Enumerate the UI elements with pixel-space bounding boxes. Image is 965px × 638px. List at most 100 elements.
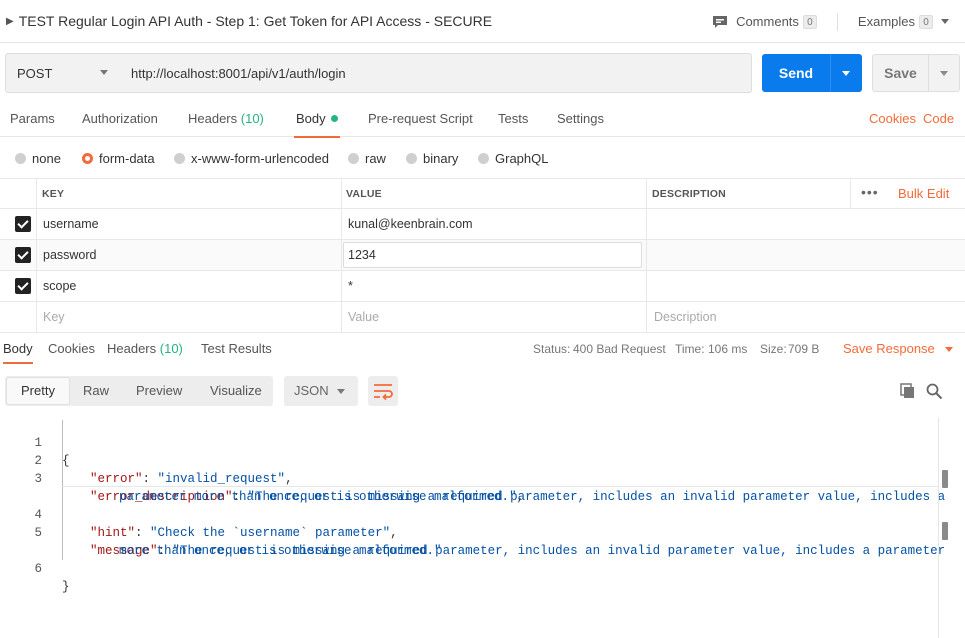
tab-tests[interactable]: Tests: [498, 102, 528, 137]
description-placeholder[interactable]: Description: [654, 302, 717, 332]
size-label: Size:: [760, 342, 787, 356]
row-checkbox[interactable]: [15, 216, 31, 232]
column-header-description: DESCRIPTION: [652, 188, 726, 200]
save-options-chevron-icon[interactable]: [940, 70, 948, 76]
divider: [928, 55, 929, 91]
tab-pre-request-script[interactable]: Pre-request Script: [368, 102, 473, 137]
save-button[interactable]: Save: [872, 54, 960, 92]
radio-none[interactable]: none: [15, 140, 61, 176]
url-value: http://localhost:8001/api/v1/auth/login: [131, 65, 346, 81]
table-row: username kunal@keenbrain.com: [0, 209, 965, 240]
status-value[interactable]: 400 Bad Request: [573, 334, 666, 364]
tab-settings[interactable]: Settings: [557, 102, 604, 137]
comments-button[interactable]: Comments 0: [712, 14, 817, 29]
value-placeholder[interactable]: Value: [348, 302, 379, 332]
response-headers-count: (10): [159, 341, 183, 356]
examples-button[interactable]: Examples 0: [858, 14, 949, 29]
response-tab-cookies[interactable]: Cookies: [48, 334, 95, 364]
request-title[interactable]: TEST Regular Login API Auth - Step 1: Ge…: [19, 13, 492, 29]
active-line-highlight: [62, 486, 938, 487]
format-select[interactable]: JSON: [284, 376, 358, 406]
view-raw[interactable]: Raw: [83, 376, 109, 406]
tab-headers[interactable]: Headers (10): [188, 102, 264, 137]
radio-label: binary: [423, 150, 459, 166]
response-tab-headers[interactable]: Headers (10): [107, 334, 183, 364]
code-line: 5 "message": "The request is missing a r…: [0, 506, 945, 558]
collapse-caret-icon[interactable]: ▶: [6, 16, 14, 27]
radio-graphql[interactable]: GraphQL: [478, 140, 548, 176]
url-bar: POST http://localhost:8001/api/v1/auth/l…: [5, 53, 960, 93]
send-label: Send: [778, 65, 814, 81]
time-label: Time:: [675, 342, 705, 356]
radio-binary[interactable]: binary: [406, 140, 458, 176]
format-value: JSON: [294, 383, 329, 398]
save-response-label: Save Response: [843, 341, 935, 356]
response-tab-test-results[interactable]: Test Results: [201, 334, 272, 364]
more-options-icon[interactable]: •••: [861, 179, 879, 209]
param-key[interactable]: scope: [43, 271, 76, 301]
copy-icon[interactable]: [899, 382, 917, 400]
radio-circle-icon: [348, 152, 359, 164]
column-divider: [850, 179, 851, 209]
column-divider: [36, 209, 37, 239]
param-value[interactable]: 1234: [348, 240, 376, 270]
column-divider: [646, 179, 647, 209]
view-pretty[interactable]: Pretty: [6, 377, 70, 405]
param-value[interactable]: *: [348, 271, 353, 301]
column-divider: [341, 179, 342, 209]
comments-count: 0: [802, 14, 817, 29]
table-row: password 1234: [0, 240, 965, 271]
response-toolbar: Pretty Raw Preview Visualize JSON: [0, 376, 965, 406]
table-row: scope *: [0, 271, 965, 302]
radio-circle-icon: [15, 152, 26, 164]
divider: [836, 12, 838, 31]
wrap-lines-button[interactable]: [368, 376, 398, 406]
column-divider: [646, 271, 647, 301]
code-line: 4 "hint": "Check the `username` paramete…: [0, 488, 938, 540]
code-line: 2 "error": "invalid_request",: [0, 434, 938, 486]
tab-authorization[interactable]: Authorization: [82, 102, 158, 137]
scrollbar-marker[interactable]: [942, 470, 948, 488]
request-tabs: Params Authorization Headers (10) Body P…: [0, 102, 965, 138]
url-input[interactable]: http://localhost:8001/api/v1/auth/login: [120, 53, 752, 93]
search-icon[interactable]: [925, 382, 943, 400]
row-checkbox[interactable]: [15, 247, 31, 263]
row-checkbox[interactable]: [15, 278, 31, 294]
view-preview[interactable]: Preview: [136, 376, 182, 406]
tab-params[interactable]: Params: [10, 102, 55, 137]
code-line-wrap: more than once, or is otherwise malforme…: [0, 524, 938, 558]
status-label: Status:: [533, 342, 571, 356]
headers-count: (10): [240, 111, 264, 126]
size-value[interactable]: 709 B: [788, 334, 819, 364]
key-placeholder[interactable]: Key: [43, 302, 65, 332]
request-title-bar: ▶ TEST Regular Login API Auth - Step 1: …: [0, 0, 965, 43]
radio-label: GraphQL: [495, 150, 549, 166]
bulk-edit-link[interactable]: Bulk Edit: [898, 179, 949, 209]
radio-form-data[interactable]: form-data: [82, 140, 155, 176]
response-body-editor[interactable]: 1 { 2 "error": "invalid_request", 3 "err…: [0, 414, 945, 638]
param-key[interactable]: username: [43, 209, 99, 239]
param-key[interactable]: password: [43, 240, 97, 270]
view-mode-toggle: Pretty Raw Preview Visualize: [5, 376, 273, 406]
code-link[interactable]: Code: [923, 102, 954, 137]
tab-body[interactable]: Body: [294, 102, 340, 138]
send-button[interactable]: Send: [762, 54, 862, 92]
method-select[interactable]: POST: [5, 53, 121, 93]
cookies-link[interactable]: Cookies: [869, 102, 916, 137]
time-value[interactable]: 106 ms: [708, 334, 747, 364]
radio-x-www-form-urlencoded[interactable]: x-www-form-urlencoded: [174, 140, 329, 176]
body-type-selector: none form-data x-www-form-urlencoded raw…: [0, 140, 965, 176]
editor-scrollbar-track[interactable]: [938, 418, 939, 638]
radio-raw[interactable]: raw: [348, 140, 386, 176]
param-value[interactable]: kunal@keenbrain.com: [348, 209, 473, 239]
save-response-button[interactable]: Save Response: [843, 334, 953, 364]
radio-label: x-www-form-urlencoded: [191, 150, 329, 166]
column-divider: [646, 209, 647, 239]
send-options-chevron-icon[interactable]: [842, 70, 850, 76]
response-tab-body[interactable]: Body: [3, 334, 33, 364]
param-value-editor[interactable]: [343, 242, 642, 268]
view-visualize[interactable]: Visualize: [210, 376, 262, 406]
comments-label: Comments: [736, 14, 799, 29]
divider: [830, 54, 831, 92]
scrollbar-marker[interactable]: [942, 522, 948, 540]
